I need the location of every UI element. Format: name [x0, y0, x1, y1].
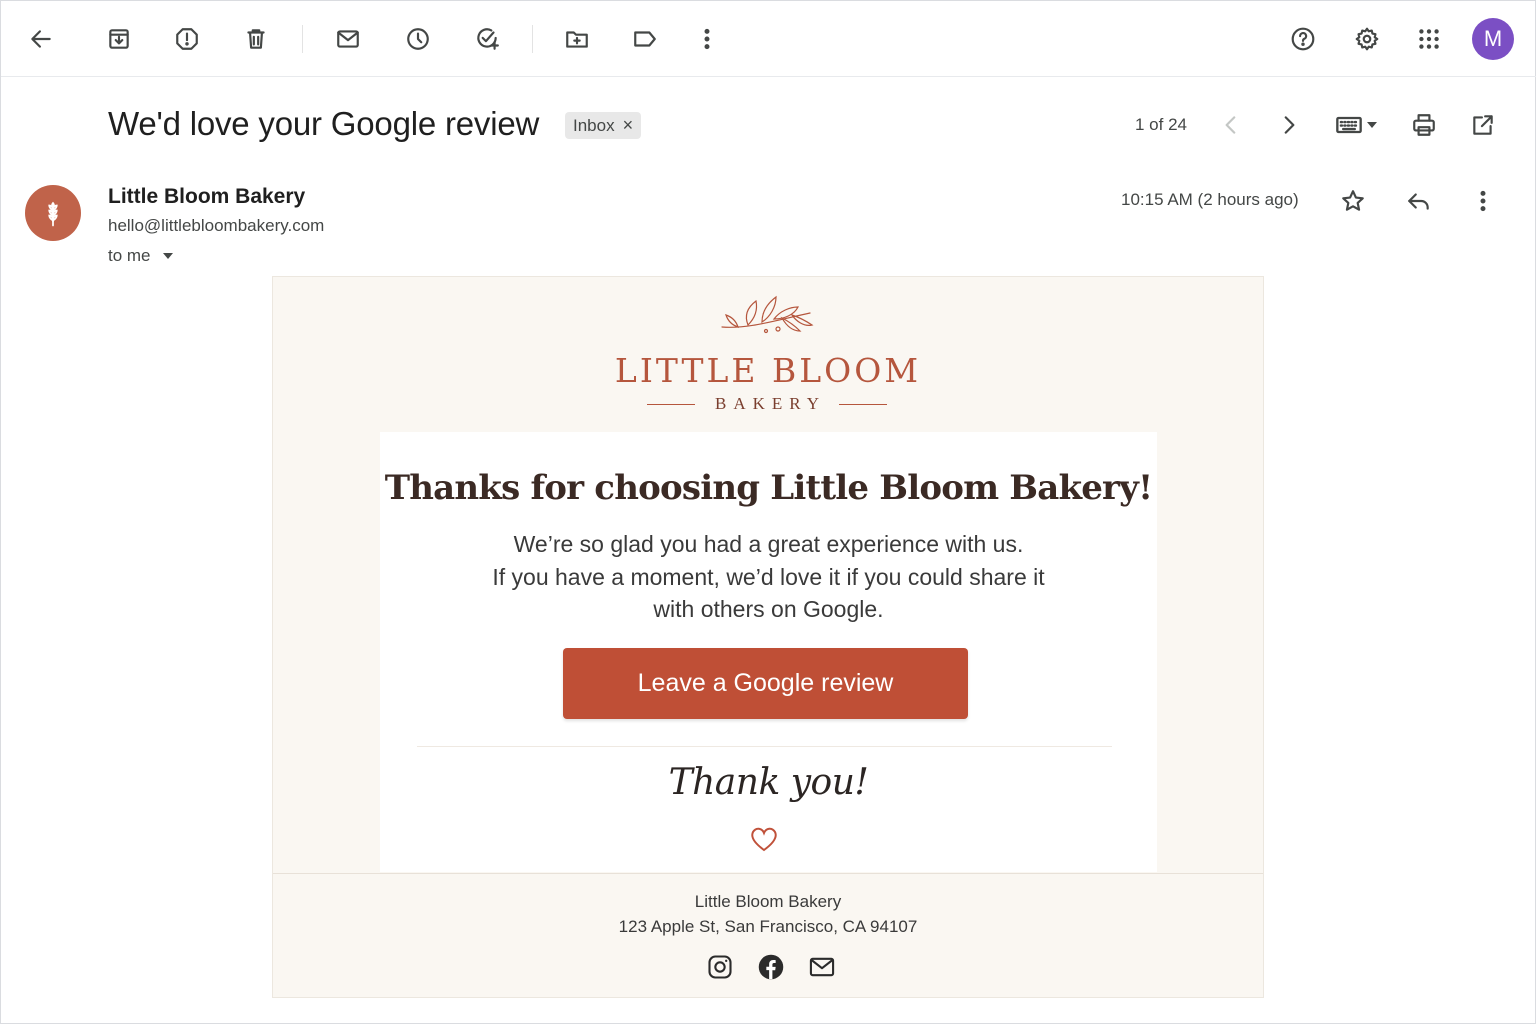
email-body: LITTLE BLOOM BAKERY Thanks for choosing … [272, 276, 1264, 998]
mark-unread-button[interactable] [328, 19, 368, 59]
label-chip-text: Inbox [573, 115, 615, 135]
instagram-icon [708, 955, 732, 979]
newer-button[interactable] [1213, 107, 1249, 143]
move-to-button[interactable] [557, 19, 597, 59]
brand-subtitle-row: BAKERY [647, 394, 887, 414]
toolbar-divider [302, 25, 303, 53]
toolbar-divider [532, 25, 533, 53]
body-line: We’re so glad you had a great experience… [513, 531, 1024, 557]
gear-icon [1355, 27, 1379, 51]
back-button[interactable] [21, 19, 61, 59]
add-task-icon [477, 28, 499, 50]
remove-label-icon[interactable]: × [623, 115, 634, 136]
envelope-icon [337, 30, 359, 48]
email-link[interactable] [807, 952, 837, 982]
settings-button[interactable] [1347, 19, 1387, 59]
chevron-down-icon [1367, 122, 1377, 128]
chevron-down-icon [162, 253, 173, 259]
heart-icon [751, 827, 777, 852]
apps-grid-icon [1419, 29, 1439, 49]
message-pager: 1 of 24 [1135, 115, 1187, 134]
report-spam-button[interactable] [167, 19, 207, 59]
labels-button[interactable] [625, 19, 665, 59]
archive-icon [109, 29, 129, 49]
divider-line [839, 403, 887, 405]
add-to-tasks-button[interactable] [467, 19, 507, 59]
sender-email: hello@littlebloombakery.com [108, 216, 325, 235]
chevron-left-icon [1225, 116, 1236, 134]
reply-button[interactable] [1401, 183, 1437, 219]
body-line: with others on Google. [653, 596, 884, 622]
message-toolbar: M [1, 1, 1536, 77]
chevron-right-icon [1284, 116, 1295, 134]
label-icon [634, 31, 656, 47]
sender-avatar[interactable] [25, 185, 81, 241]
snooze-button[interactable] [398, 19, 438, 59]
recipient-label: to me [108, 246, 151, 265]
clock-icon [407, 28, 429, 50]
olive-branch-logo-icon [721, 295, 814, 334]
email-subject: We'd love your Google review [108, 105, 540, 142]
email-body-text: We’re so glad you had a great experience… [380, 528, 1157, 626]
archive-button[interactable] [99, 19, 139, 59]
footer-address: 123 Apple St, San Francisco, CA 94107 [618, 917, 918, 936]
trash-icon [247, 29, 265, 49]
facebook-link[interactable] [756, 952, 786, 982]
leave-review-button[interactable]: Leave a Google review [563, 648, 968, 719]
more-vert-icon [1480, 190, 1486, 212]
mail-icon [809, 957, 835, 977]
input-tools-button[interactable] [1327, 107, 1385, 143]
more-vert-icon [704, 28, 710, 50]
instagram-link[interactable] [705, 952, 735, 982]
print-button[interactable] [1406, 107, 1442, 143]
message-more-button[interactable] [1465, 183, 1501, 219]
open-new-window-button[interactable] [1465, 107, 1501, 143]
reply-icon [1408, 193, 1429, 210]
printer-icon [1413, 114, 1435, 136]
folder-move-icon [566, 31, 588, 48]
footer-business-name: Little Bloom Bakery [694, 892, 842, 911]
report-spam-icon [176, 28, 198, 50]
recipient-details-toggle[interactable]: to me [108, 246, 173, 266]
footer-divider [273, 873, 1263, 874]
delete-button[interactable] [236, 19, 276, 59]
google-apps-button[interactable] [1409, 19, 1449, 59]
arrow-left-icon [31, 30, 51, 48]
email-content-card: Thanks for choosing Little Bloom Bakery!… [380, 432, 1157, 872]
help-button[interactable] [1283, 19, 1323, 59]
sender-name: Little Bloom Bakery [108, 185, 306, 208]
more-options-button[interactable] [687, 19, 727, 59]
gmail-window: M We'd love your Google review Inbox × 1… [0, 0, 1536, 1024]
keyboard-icon [1336, 116, 1362, 134]
signoff-text: Thank you! [668, 762, 869, 803]
brand-subtitle: BAKERY [715, 394, 826, 413]
message-timestamp: 10:15 AM (2 hours ago) [1121, 190, 1299, 209]
star-button[interactable] [1335, 183, 1371, 219]
facebook-icon [758, 954, 784, 980]
email-headline: Thanks for choosing Little Bloom Bakery! [384, 468, 1153, 508]
account-avatar[interactable]: M [1472, 18, 1514, 60]
divider-line [647, 403, 695, 405]
body-line: If you have a moment, we’d love it if yo… [492, 563, 1045, 590]
star-icon [1342, 190, 1364, 211]
older-button[interactable] [1271, 107, 1307, 143]
content-divider [417, 746, 1112, 747]
inbox-label-chip[interactable]: Inbox × [565, 112, 642, 139]
open-in-new-icon [1473, 115, 1493, 135]
help-icon [1291, 27, 1315, 51]
brand-title: LITTLE BLOOM [614, 351, 922, 390]
wheat-sprig-icon [48, 201, 58, 227]
